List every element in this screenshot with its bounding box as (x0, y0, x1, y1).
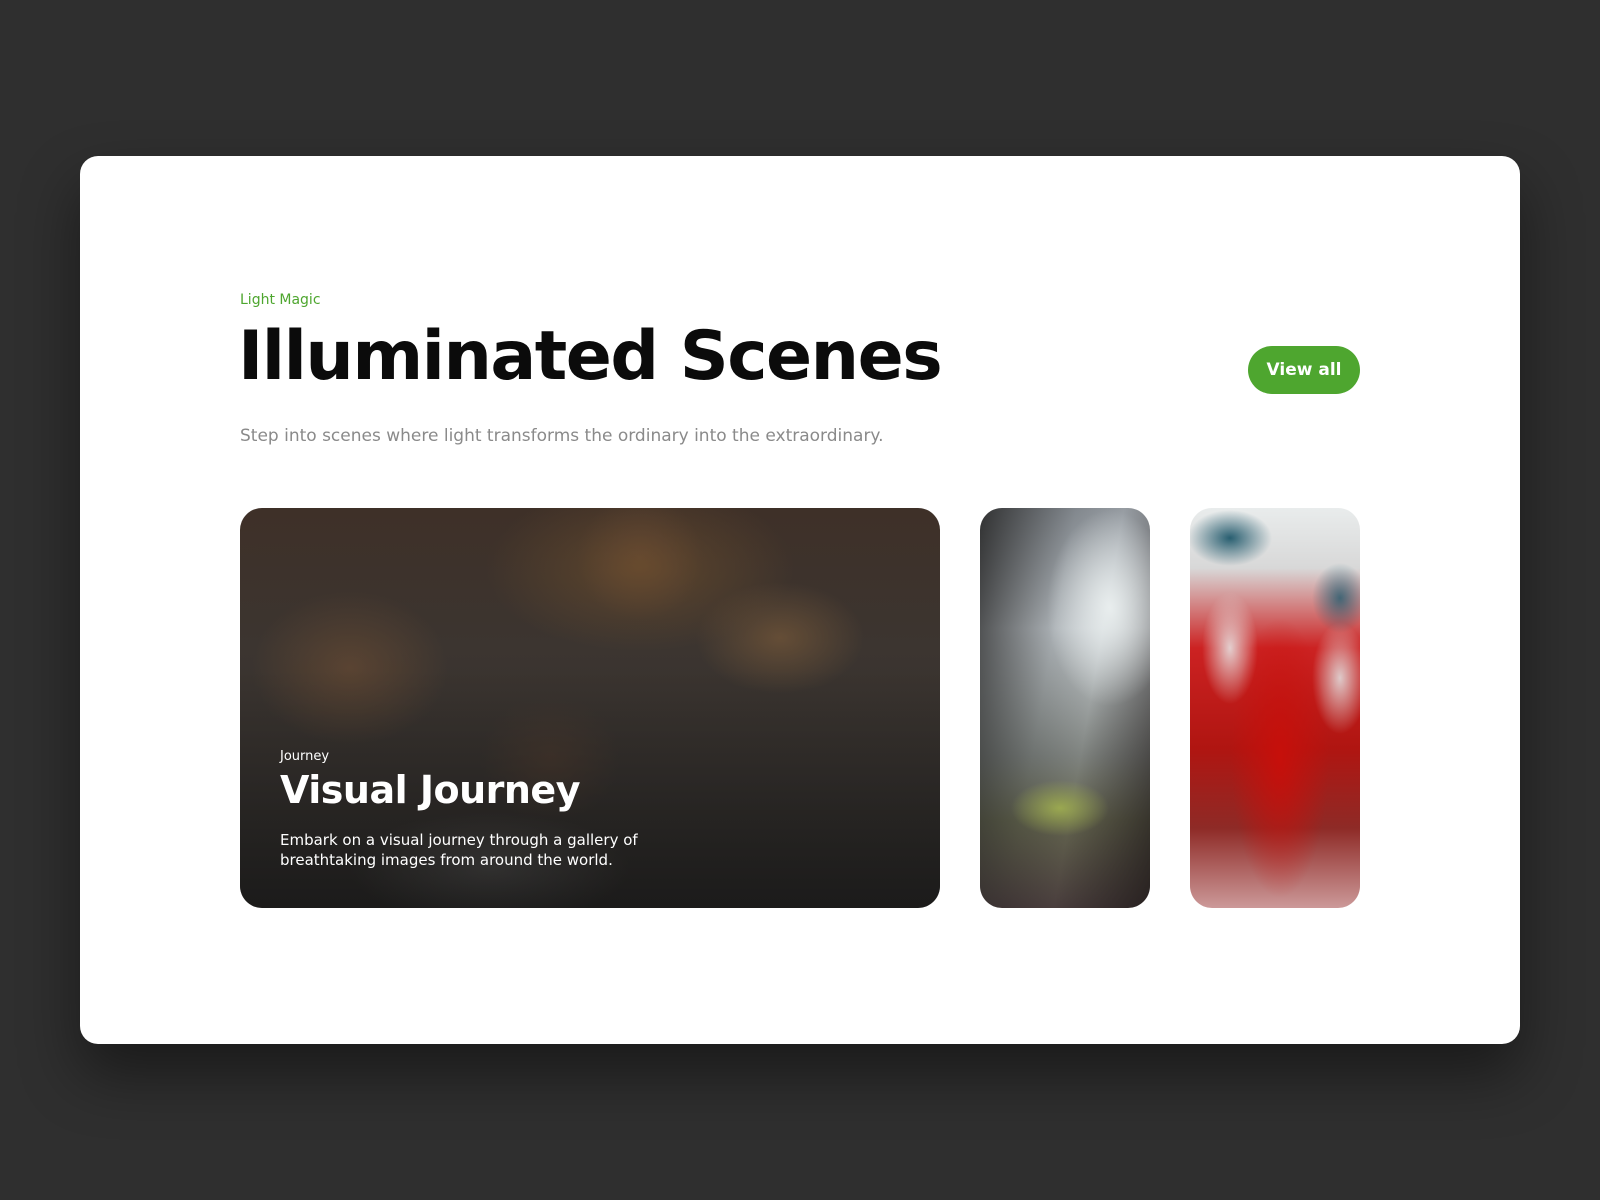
tile-title: Visual Journey (280, 767, 580, 812)
section-subtitle: Step into scenes where light transforms … (240, 426, 884, 446)
forest-image-tile[interactable] (980, 508, 1150, 908)
view-all-button[interactable]: View all (1248, 346, 1360, 394)
section-card: Light Magic Illuminated Scenes Step into… (80, 156, 1520, 1044)
section-eyebrow: Light Magic (240, 292, 321, 308)
tile-description: Embark on a visual journey through a gal… (280, 830, 638, 869)
tile-tag: Journey (280, 748, 330, 764)
featured-tile-caption: Journey Visual Journey Embark on a visua… (280, 749, 740, 871)
section-title: Illuminated Scenes (238, 317, 943, 396)
featured-tile-visual-journey[interactable]: Journey Visual Journey Embark on a visua… (240, 508, 940, 908)
glacier-image-tile[interactable] (1190, 508, 1360, 908)
